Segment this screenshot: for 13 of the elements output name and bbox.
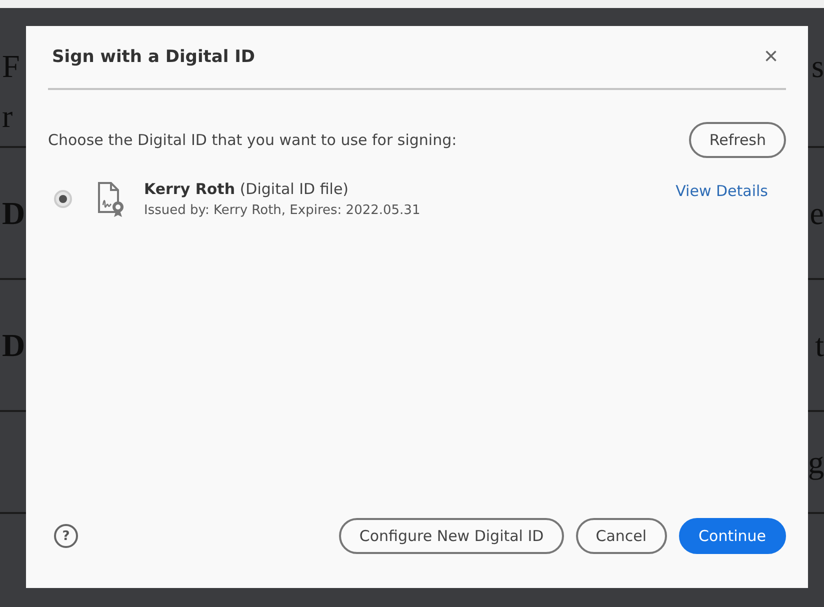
continue-button[interactable]: Continue <box>678 518 786 554</box>
close-button[interactable]: × <box>756 43 786 71</box>
id-name: Kerry Roth (Digital ID file) <box>144 180 350 198</box>
certificate-icon <box>96 181 126 217</box>
view-details-link[interactable]: View Details <box>676 182 768 200</box>
refresh-button[interactable]: Refresh <box>689 122 786 158</box>
radio-button[interactable] <box>54 190 72 208</box>
prompt-text: Choose the Digital ID that you want to use for signing: <box>48 131 457 149</box>
dialog-title: Sign with a Digital ID <box>51 47 256 67</box>
id-details-text: Issued by: Kerry Roth, Expires: 2022.05.31 <box>144 203 422 218</box>
help-icon[interactable]: ? <box>54 524 78 548</box>
dialog-button[interactable]: Cancel <box>576 518 667 554</box>
dialog-button[interactable]: Configure New Digital ID <box>339 518 564 554</box>
